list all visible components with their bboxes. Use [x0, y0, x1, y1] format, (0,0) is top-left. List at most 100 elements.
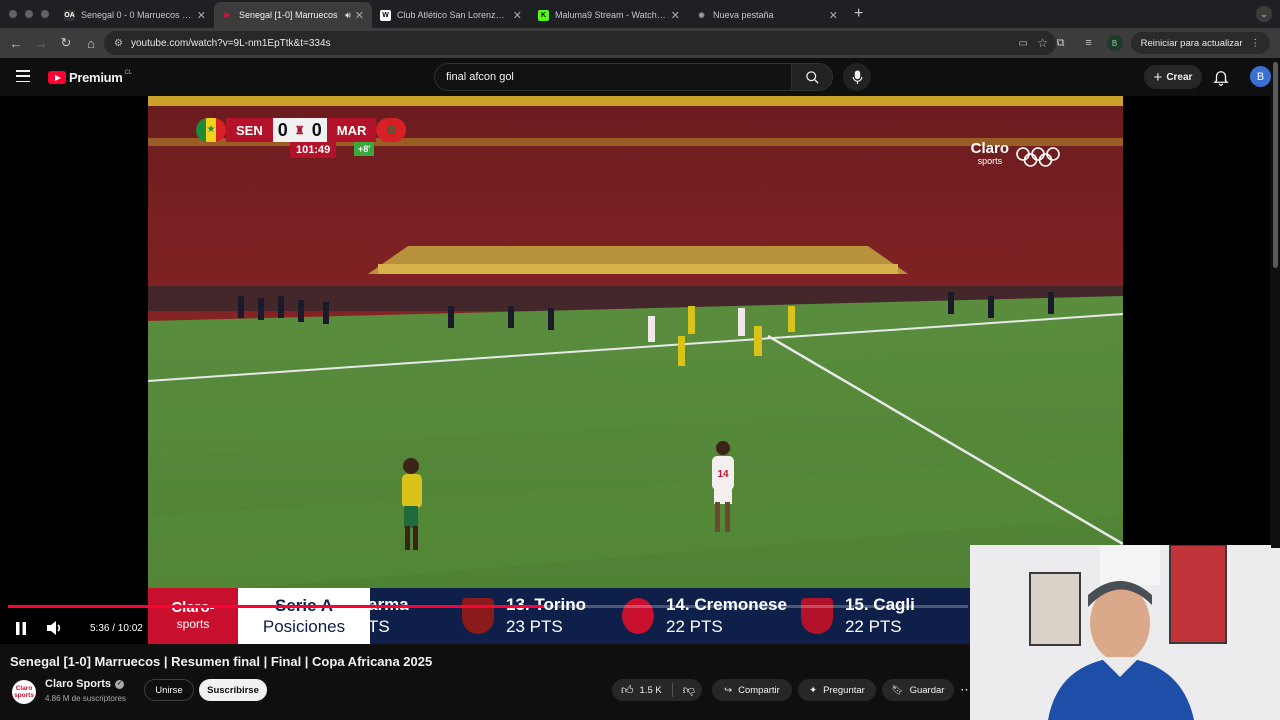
- join-button[interactable]: Unirse: [144, 679, 194, 701]
- youtube-play-icon: [48, 71, 66, 84]
- thumbs-up-icon: 👍︎: [621, 682, 634, 697]
- page-scrollbar[interactable]: [1271, 58, 1280, 548]
- broadcaster-watermark: Claro sports: [971, 141, 1009, 168]
- browser-toolbar: ← → ↻ ⌂ ⚙︎ youtube.com/watch?v=9L-nm1EpT…: [0, 28, 1280, 58]
- home-score: 0: [272, 118, 293, 142]
- window-controls: [0, 10, 56, 18]
- browser-tab[interactable]: ◉ Nueva pestaña ✕: [688, 2, 846, 28]
- progress-bar[interactable]: [8, 605, 968, 608]
- share-button[interactable]: ↪ Compartir: [712, 679, 792, 701]
- added-time: +8': [354, 142, 375, 156]
- speaker-icon[interactable]: 🔊︎: [345, 10, 351, 21]
- channel-name[interactable]: Claro Sports: [45, 678, 111, 690]
- webcam-overlay: [970, 545, 1280, 720]
- scrollbar-thumb[interactable]: [1273, 62, 1278, 268]
- like-button[interactable]: 👍︎ 1.5 K: [621, 683, 662, 698]
- menu-icon[interactable]: [16, 70, 30, 82]
- share-label: Compartir: [738, 684, 780, 696]
- channel-avatar[interactable]: Claro sports: [12, 680, 36, 704]
- youtube-logo[interactable]: Premium CL: [48, 70, 132, 85]
- video-info: Senegal [1-0] Marruecos | Resumen final …: [0, 644, 973, 720]
- like-count: 1.5 K: [639, 684, 662, 696]
- close-tab-icon[interactable]: ✕: [671, 9, 680, 22]
- tab-title: Senegal [1-0] Marruecos: [239, 10, 338, 20]
- tab-favicon-icon: OA: [64, 9, 75, 21]
- browser-tab[interactable]: K Maluma9 Stream - Watch Liv ✕: [530, 2, 688, 28]
- notifications-bell-icon[interactable]: [1212, 68, 1230, 86]
- reload-icon[interactable]: ↻: [55, 32, 77, 54]
- browser-tab-active[interactable]: ▶ Senegal [1-0] Marruecos 🔊︎ ✕: [214, 2, 372, 28]
- more-actions-icon[interactable]: ⋯: [960, 682, 973, 698]
- url-text: youtube.com/watch?v=9L-nm1EpTtk&t=334s: [130, 37, 331, 49]
- home-team: SEN: [226, 118, 273, 142]
- search-button[interactable]: [791, 63, 833, 91]
- create-button[interactable]: + Crear: [1144, 65, 1202, 89]
- share-icon: ↪: [724, 684, 733, 696]
- subscribe-button[interactable]: Suscribirse: [199, 679, 267, 701]
- restart-label: Reiniciar para actualizar: [1140, 37, 1243, 49]
- install-app-icon[interactable]: ▭: [1019, 38, 1028, 49]
- tab-search-chevron-icon[interactable]: ⌄: [1256, 6, 1272, 22]
- browser-tab-strip: OA Senegal 0 - 0 Marruecos (18/ ✕ ▶ Sene…: [0, 0, 1280, 28]
- webcam-person: [970, 545, 1280, 720]
- profile-avatar[interactable]: B: [1106, 35, 1123, 51]
- svg-text:14: 14: [717, 469, 729, 480]
- site-info-icon[interactable]: ⚙︎: [114, 38, 123, 49]
- youtube-favicon-icon: ▶: [224, 12, 231, 19]
- restart-update-button[interactable]: Reiniciar para actualizar ⋮: [1130, 32, 1270, 54]
- tab-title: Club Atlético San Lorenzo de: [397, 10, 509, 20]
- reading-list-icon[interactable]: ≡: [1079, 33, 1099, 53]
- forward-arrow-icon[interactable]: →: [30, 32, 52, 54]
- subscriber-count: 4.86 M de suscriptores: [45, 694, 126, 703]
- minimize-window-button[interactable]: [25, 10, 33, 18]
- bookmark-star-icon[interactable]: ☆: [1037, 36, 1048, 50]
- player-controls: 5:36 / 10:02: [0, 612, 970, 644]
- sparkle-icon: ✦: [809, 684, 818, 696]
- volume-button[interactable]: [42, 615, 68, 641]
- close-window-button[interactable]: [9, 10, 17, 18]
- divider: [671, 683, 673, 697]
- ask-label: Preguntar: [823, 684, 865, 696]
- new-tab-icon[interactable]: +: [854, 5, 863, 23]
- close-tab-icon[interactable]: ✕: [197, 9, 206, 22]
- save-button[interactable]: 🔖︎ Guardar: [882, 679, 954, 701]
- close-tab-icon[interactable]: ✕: [355, 9, 364, 22]
- zoom-window-button[interactable]: [41, 10, 49, 18]
- tab-title: Maluma9 Stream - Watch Liv: [555, 10, 667, 20]
- voice-search-button[interactable]: [843, 63, 871, 91]
- wikipedia-favicon-icon: W: [380, 9, 391, 21]
- logo-text: Premium: [69, 70, 123, 85]
- toolbar-right: ⧉ ≡ B Reiniciar para actualizar ⋮: [1051, 32, 1270, 54]
- back-arrow-icon[interactable]: ←: [5, 32, 27, 54]
- channel-name-row[interactable]: Claro Sports ✓: [45, 678, 125, 690]
- close-tab-icon[interactable]: ✕: [513, 9, 522, 22]
- pause-button[interactable]: [8, 615, 34, 641]
- video-title: Senegal [1-0] Marruecos | Resumen final …: [10, 654, 433, 669]
- home-icon[interactable]: ⌂: [80, 32, 102, 54]
- close-tab-icon[interactable]: ✕: [829, 9, 838, 22]
- match-clock: 101:49: [290, 142, 337, 158]
- away-score: 0: [306, 118, 327, 142]
- extensions-icon[interactable]: ⧉: [1051, 33, 1071, 53]
- thumbs-down-icon[interactable]: 👎︎: [683, 683, 695, 698]
- olympic-rings-icon: [1016, 147, 1060, 167]
- time-display: 5:36 / 10:02: [90, 622, 143, 634]
- save-label: Guardar: [909, 684, 945, 696]
- create-label: Crear: [1166, 71, 1193, 83]
- trophy-icon: ♜: [292, 118, 307, 142]
- pause-icon: [16, 621, 26, 635]
- kick-favicon-icon: K: [538, 9, 549, 21]
- morocco-flag-icon: ✪: [376, 118, 407, 142]
- more-vert-icon: ⋮: [1250, 37, 1261, 49]
- search-input[interactable]: final afcon gol: [434, 63, 791, 91]
- search-icon: [805, 70, 819, 84]
- account-avatar[interactable]: B: [1250, 66, 1271, 87]
- ask-button[interactable]: ✦ Preguntar: [798, 679, 876, 701]
- address-bar[interactable]: ⚙︎ youtube.com/watch?v=9L-nm1EpTtk&t=334…: [104, 31, 1056, 55]
- browser-tab[interactable]: W Club Atlético San Lorenzo de ✕: [372, 2, 530, 28]
- microphone-icon: [852, 69, 862, 84]
- browser-tab[interactable]: OA Senegal 0 - 0 Marruecos (18/ ✕: [56, 2, 214, 28]
- senegal-flag-icon: ★: [196, 118, 226, 142]
- away-team: MAR: [326, 118, 377, 142]
- progress-fill: [8, 605, 543, 608]
